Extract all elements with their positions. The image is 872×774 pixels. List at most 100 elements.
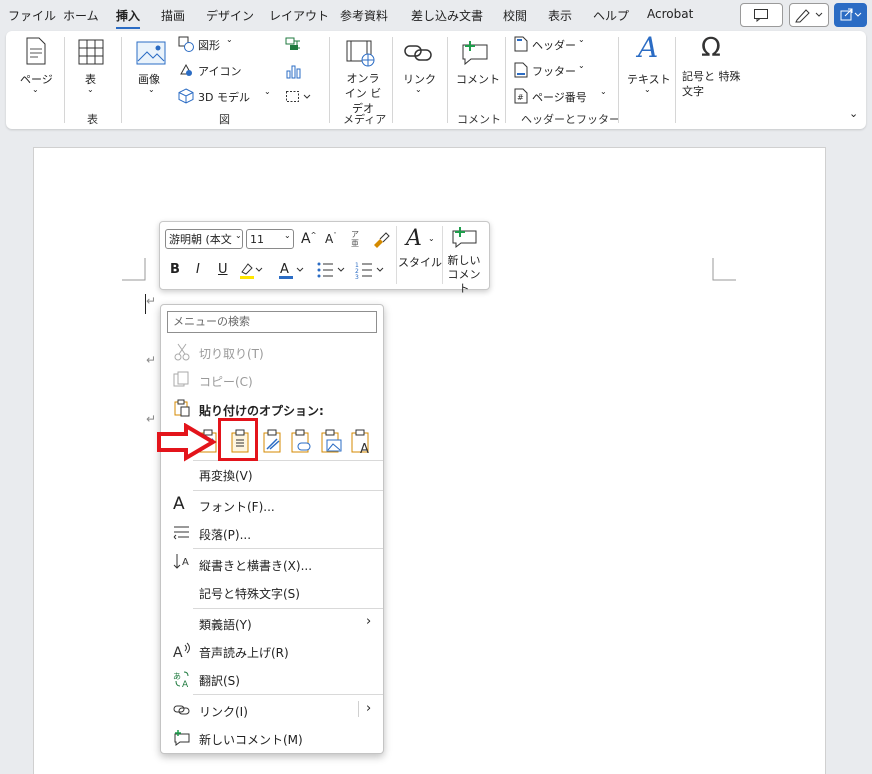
ribbon-tab-bar: ファイル ホーム 挿入 描画 デザイン レイアウト 参考資料 差し込み文書 校閲…	[0, 0, 872, 30]
chevron-down-icon: ⌄	[32, 85, 39, 94]
tab-references[interactable]: 参考資料	[340, 7, 388, 24]
shapes-icon	[178, 36, 194, 52]
underline-button[interactable]: U	[218, 262, 228, 277]
table-icon	[78, 39, 104, 65]
icons-icon	[180, 63, 192, 76]
menu-item-paragraph[interactable]: 段落(P)...	[199, 526, 251, 543]
comment-icon	[754, 9, 768, 22]
share-button[interactable]	[834, 3, 867, 27]
phonetic-guide-icon[interactable]: ア亜	[351, 230, 359, 248]
link-button[interactable]: リンク ⌄	[399, 33, 439, 109]
tab-home[interactable]: ホーム	[63, 7, 99, 24]
header-button[interactable]: ヘッダー ⌄	[514, 35, 594, 53]
paste-text-only-icon[interactable]: A	[349, 429, 373, 455]
symbols-label: 記号と 特殊文字	[682, 70, 741, 98]
header-label: ヘッダー	[532, 39, 576, 52]
screenshot-icon[interactable]	[285, 89, 315, 105]
menu-item-text-direction[interactable]: 縦書きと横書き(X)...	[199, 557, 312, 574]
footer-label: フッター	[532, 65, 576, 78]
bullets-icon[interactable]	[316, 260, 350, 282]
chevron-down-icon: ⌄	[284, 231, 291, 240]
paste-link-icon[interactable]	[289, 429, 313, 455]
tab-draw[interactable]: 描画	[161, 7, 185, 24]
3d-models-button[interactable]: 3D モデル ⌄	[178, 87, 274, 105]
collapse-ribbon-icon[interactable]: ⌄	[849, 107, 858, 120]
format-painter-icon[interactable]	[372, 231, 390, 249]
online-video-icon	[346, 40, 375, 67]
page-number-button[interactable]: # ページ番号 ⌄	[514, 87, 614, 105]
menu-item-translate[interactable]: 翻訳(S)	[199, 672, 240, 689]
tab-layout[interactable]: レイアウト	[269, 7, 329, 24]
menu-item-read-aloud[interactable]: 音声読み上げ(R)	[199, 644, 289, 661]
smartart-icon[interactable]	[285, 36, 303, 52]
cube-icon	[178, 88, 194, 104]
font-color-icon[interactable]: A	[278, 260, 304, 282]
menu-item-link[interactable]: リンク(I)	[199, 703, 248, 720]
shrink-font-icon[interactable]: Aˇ	[325, 232, 337, 246]
image-button[interactable]: 画像 ⌄	[128, 33, 174, 109]
paragraph-mark: ↵	[146, 412, 157, 426]
menu-item-cut[interactable]: 切り取り(T)	[199, 345, 264, 362]
font-icon: A	[173, 494, 185, 514]
margin-corner-top-left	[122, 258, 146, 281]
menu-item-font[interactable]: フォント(F)...	[199, 498, 275, 515]
paste-picture-format-icon[interactable]	[261, 429, 285, 455]
svg-text:A: A	[182, 557, 189, 568]
tab-help[interactable]: ヘルプ	[593, 7, 629, 24]
tab-mailings[interactable]: 差し込み文書	[411, 7, 483, 24]
menu-item-synonyms[interactable]: 類義語(Y)	[199, 616, 252, 633]
text-box-icon: A	[638, 31, 659, 64]
picture-icon	[136, 41, 166, 65]
symbols-button[interactable]: Ω 記号と 特殊文字	[680, 33, 742, 109]
group-label-figure: 図	[219, 113, 230, 126]
tab-insert[interactable]: 挿入	[116, 7, 141, 29]
paste-as-picture-icon[interactable]	[319, 429, 343, 455]
group-label-header-footer: ヘッダーとフッター	[521, 113, 620, 126]
menu-search-input[interactable]: メニューの検索	[167, 311, 377, 333]
paste-options-label: 貼り付けのオプション:	[199, 404, 324, 418]
shapes-button[interactable]: 図形 ⌄	[178, 35, 268, 53]
menu-item-reconvert[interactable]: 再変換(V)	[199, 467, 253, 484]
styles-button[interactable]: A ⌄ スタイル	[398, 226, 442, 284]
tab-view[interactable]: 表示	[548, 7, 572, 24]
footer-button[interactable]: フッター ⌄	[514, 61, 594, 79]
footer-icon	[514, 62, 528, 78]
online-video-button[interactable]: オンライン ビデオ	[336, 33, 386, 115]
page-button[interactable]: ページ ⌄	[12, 33, 60, 109]
new-comment-button[interactable]: 新しい コメント	[445, 226, 485, 295]
chart-icon[interactable]	[285, 63, 303, 79]
copy-icon	[173, 371, 189, 387]
new-comment-icon	[452, 227, 477, 249]
chevron-right-icon[interactable]: ›	[366, 701, 371, 716]
chevron-down-icon: ⌄	[600, 87, 607, 96]
tab-file[interactable]: ファイル	[8, 7, 56, 24]
table-button[interactable]: 表 ⌄	[71, 33, 111, 109]
group-label-comment: コメント	[457, 113, 501, 126]
chevron-down-icon: ⌄	[148, 85, 155, 94]
mini-toolbar: 游明朝 (本文 ⌄ 11 ⌄ A^ Aˇ ア亜 B I U A 123 A ⌄ …	[159, 221, 490, 295]
tab-review[interactable]: 校閲	[503, 7, 527, 24]
scissors-icon	[174, 343, 190, 361]
bold-button[interactable]: B	[170, 262, 180, 277]
font-name-combo[interactable]: 游明朝 (本文	[165, 229, 243, 249]
tab-acrobat[interactable]: Acrobat	[647, 7, 693, 21]
new-comment-label: 新しい コメント	[447, 254, 481, 295]
link-icon	[173, 705, 190, 715]
editing-mode-button[interactable]	[789, 3, 829, 27]
text-button[interactable]: A テキスト ⌄	[624, 31, 672, 109]
menu-item-new-comment[interactable]: 新しいコメント(M)	[199, 731, 303, 748]
numbering-icon[interactable]: 123	[355, 260, 389, 282]
highlight-icon[interactable]	[239, 260, 263, 282]
pen-icon	[795, 9, 823, 23]
comment-button[interactable]: コメント	[454, 33, 500, 109]
comments-button[interactable]	[740, 3, 783, 27]
new-comment-icon	[174, 730, 190, 746]
icons-button[interactable]: アイコン	[178, 61, 268, 79]
svg-text:3: 3	[355, 274, 359, 281]
grow-font-icon[interactable]: A^	[301, 231, 316, 247]
chevron-right-icon: ›	[366, 614, 372, 629]
menu-item-copy[interactable]: コピー(C)	[199, 373, 253, 390]
menu-item-symbols[interactable]: 記号と特殊文字(S)	[199, 585, 300, 602]
italic-button[interactable]: I	[196, 262, 200, 277]
tab-design[interactable]: デザイン	[206, 7, 254, 24]
